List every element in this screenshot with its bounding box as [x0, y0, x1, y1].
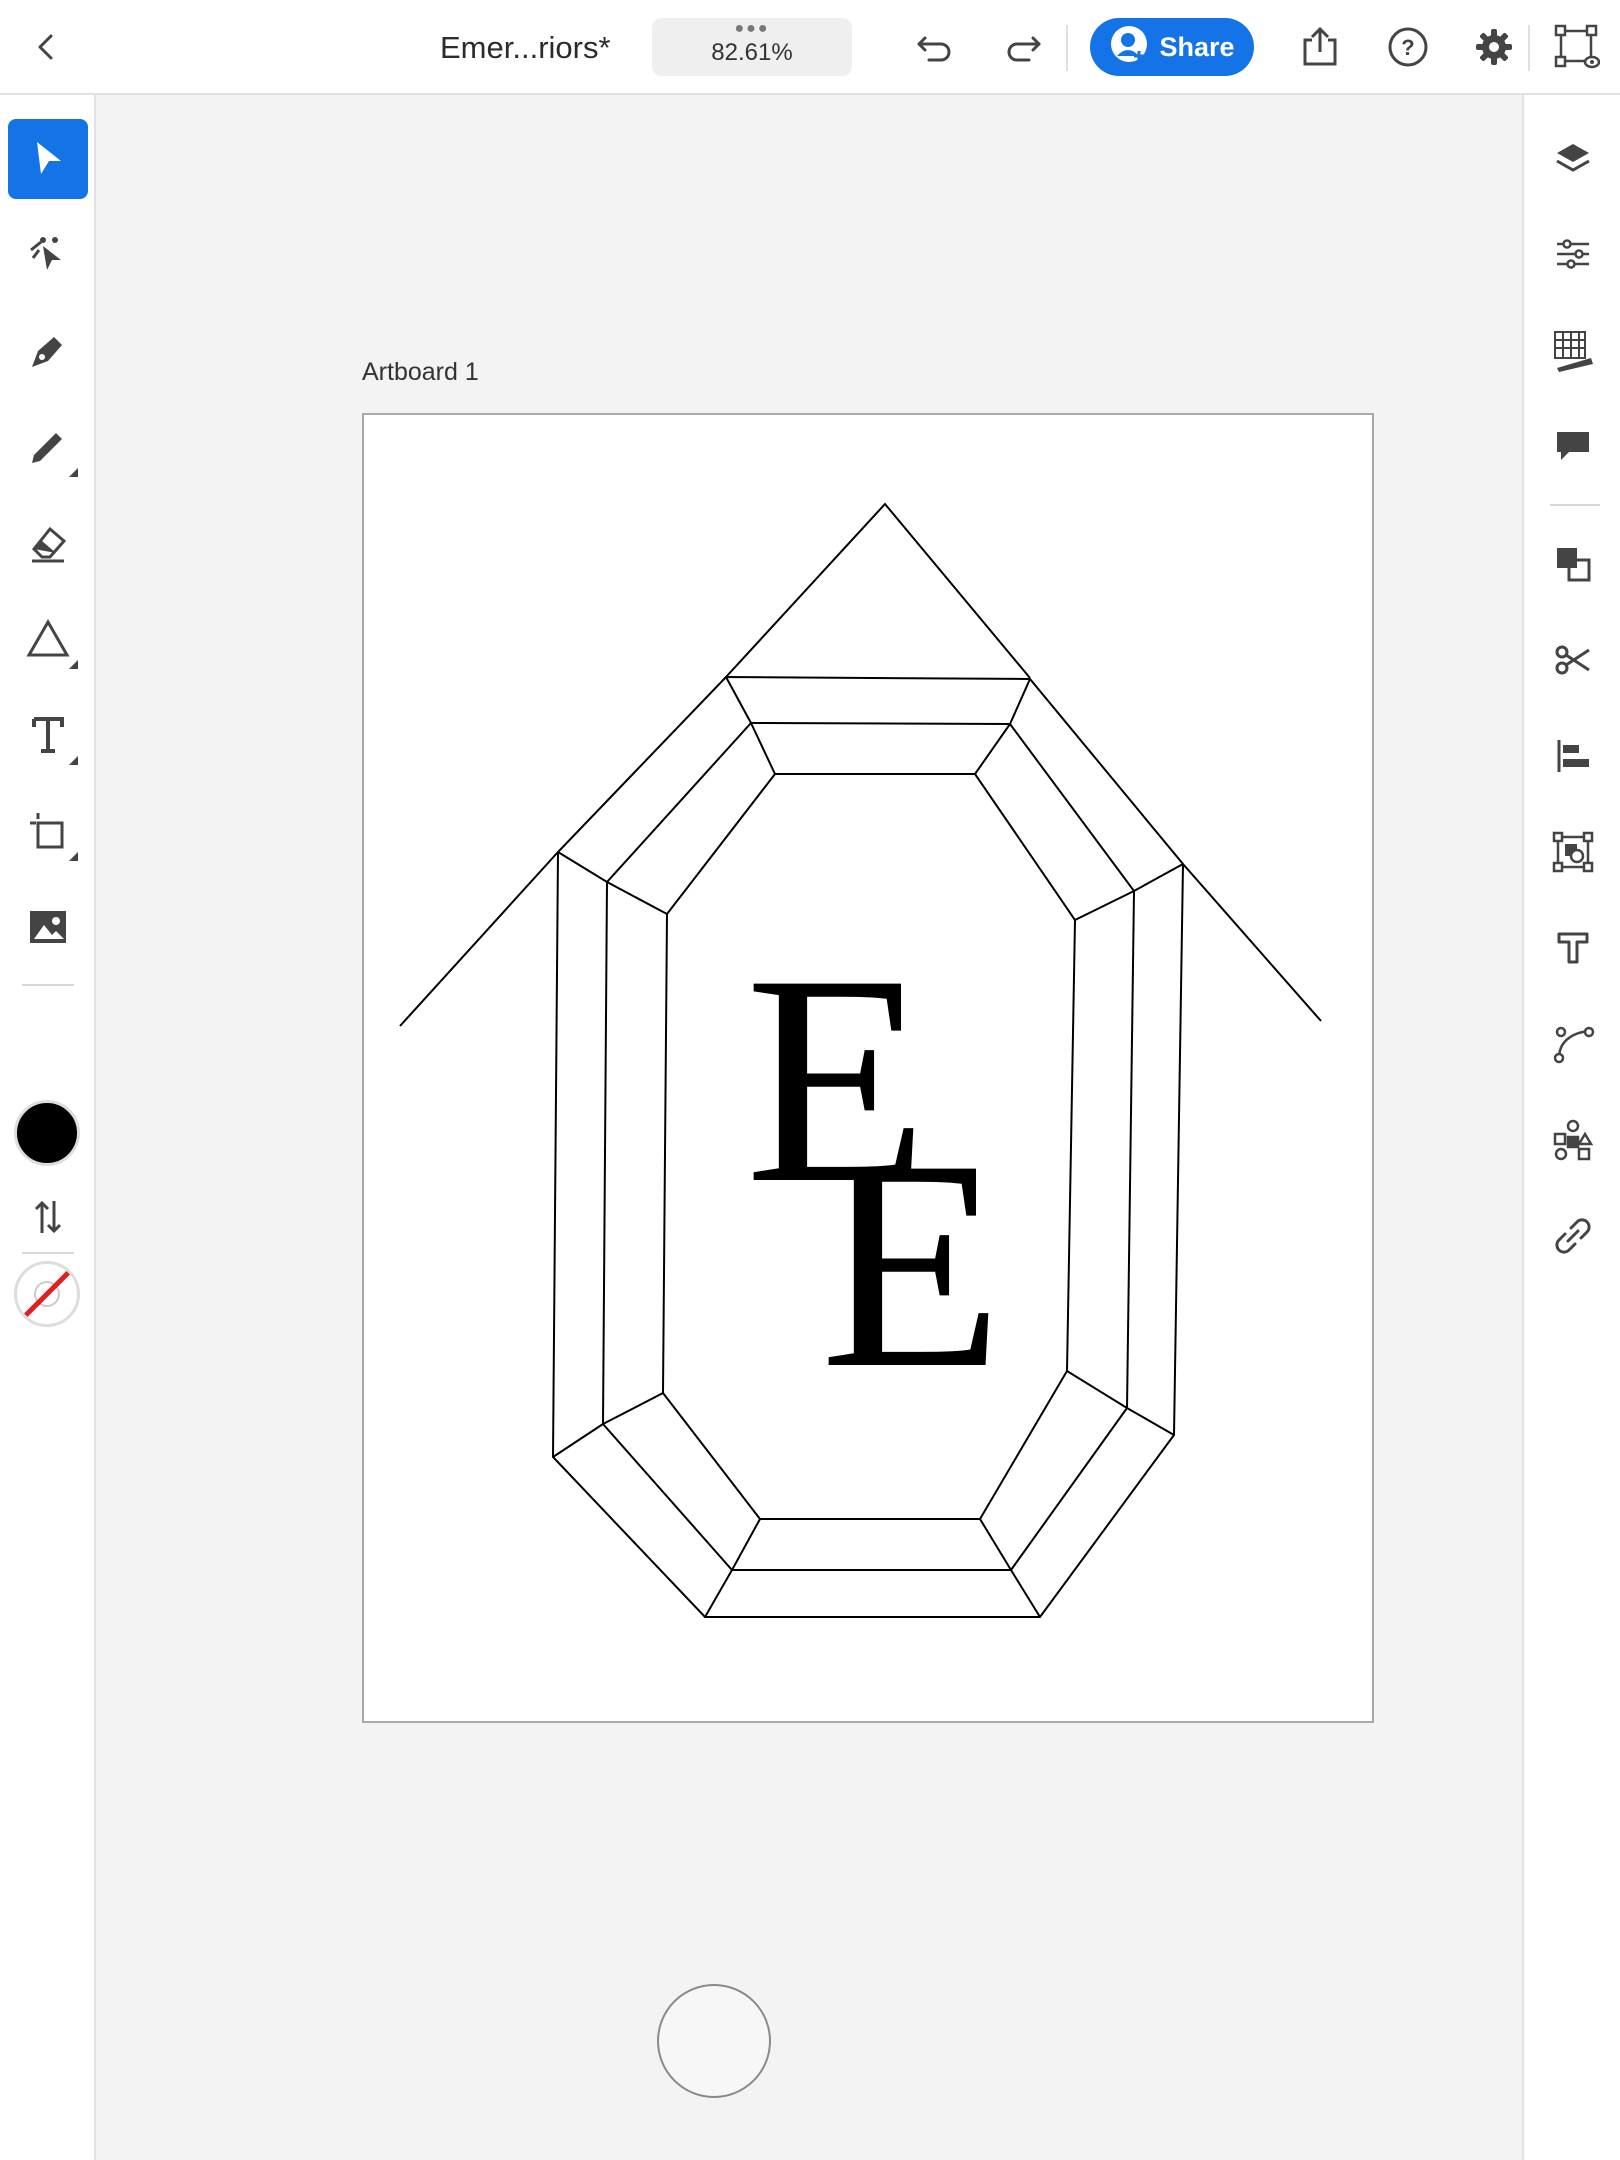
monogram-letter-2[interactable]: E	[820, 1098, 1003, 1430]
roof-left-extension[interactable]	[399, 851, 559, 1027]
floating-action-button[interactable]	[657, 1984, 771, 2098]
roof-right-extension[interactable]	[1182, 863, 1322, 1022]
artwork[interactable]: E E	[0, 0, 1620, 2160]
roof-peak[interactable]	[725, 502, 1031, 679]
